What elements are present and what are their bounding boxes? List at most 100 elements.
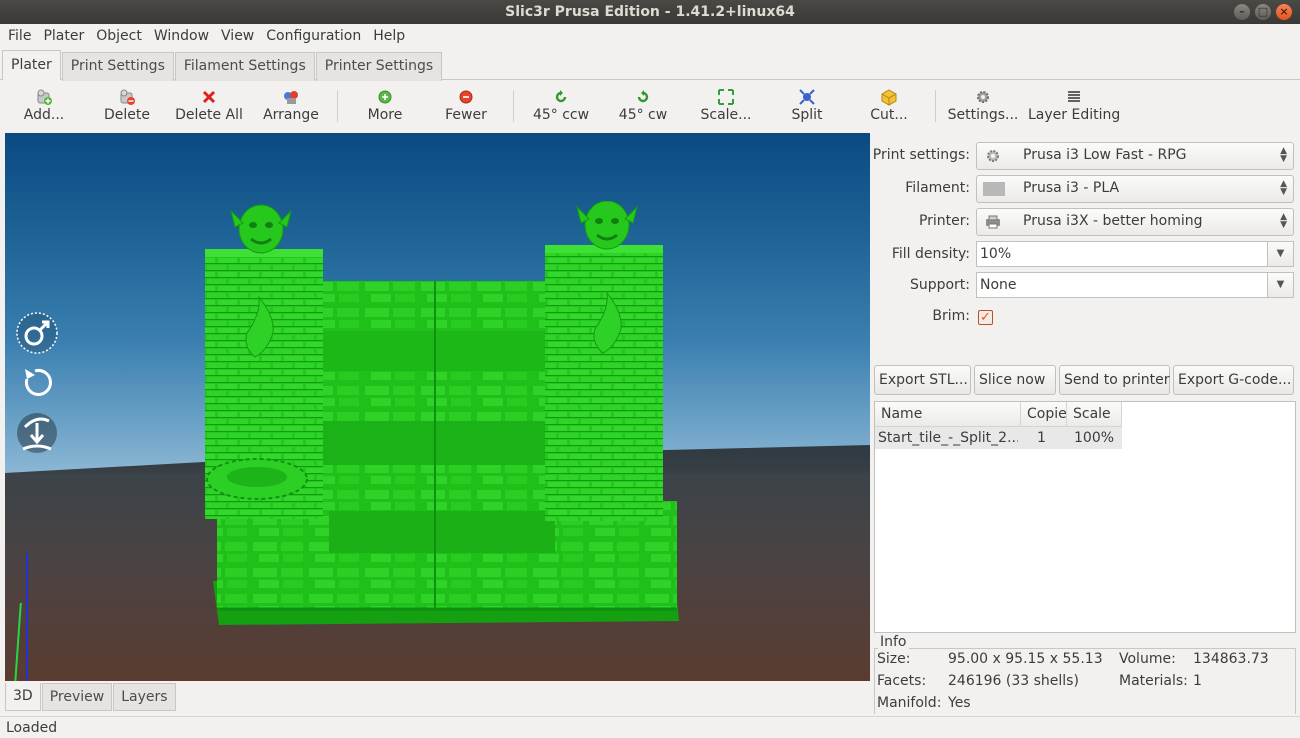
- fewer-button[interactable]: Fewer: [442, 86, 490, 126]
- rotate-gizmo-icon[interactable]: [15, 361, 59, 405]
- fill-density-input[interactable]: 10%: [976, 241, 1268, 267]
- menu-view[interactable]: View: [215, 24, 260, 48]
- rotate-cw-button[interactable]: 45° cw: [618, 86, 668, 126]
- printer-combo[interactable]: Prusa i3X - better homing ▲ ▼: [976, 208, 1294, 236]
- cut-button[interactable]: Cut...: [867, 86, 911, 126]
- brim-checkbox[interactable]: ✓: [978, 310, 993, 325]
- tab-print-settings[interactable]: Print Settings: [61, 52, 174, 81]
- size-value: 95.00 x 95.15 x 55.13: [948, 651, 1103, 667]
- minimize-icon[interactable]: –: [1234, 4, 1250, 20]
- add-button[interactable]: Add...: [18, 86, 70, 126]
- table-row[interactable]: Start_tile_-_Split_2... 1 100%: [875, 427, 1122, 449]
- chevron-down-icon[interactable]: ▼: [1268, 241, 1294, 267]
- printer-icon: [983, 213, 1005, 231]
- size-label: Size:: [877, 651, 911, 667]
- row-scale: 100%: [1074, 430, 1115, 446]
- filament-label: Filament:: [905, 180, 970, 196]
- split-button[interactable]: Split: [787, 86, 827, 126]
- menubar: File Plater Object Window View Configura…: [0, 24, 1300, 48]
- column-header-copies[interactable]: Copie: [1021, 402, 1067, 427]
- gear-icon: [974, 88, 992, 106]
- facets-label: Facets:: [877, 673, 927, 689]
- arrange-button[interactable]: Arrange: [260, 86, 322, 126]
- materials-value: 1: [1193, 673, 1202, 689]
- menu-configuration[interactable]: Configuration: [260, 24, 367, 48]
- fill-density-label: Fill density:: [891, 246, 970, 262]
- send-to-printer-button[interactable]: Send to printer: [1059, 365, 1170, 395]
- manifold-value: Yes: [948, 695, 971, 711]
- layer-editing-button[interactable]: Layer Editing: [1028, 86, 1120, 126]
- manifold-label: Manifold:: [877, 695, 942, 711]
- layers-icon: [1065, 88, 1083, 106]
- window-titlebar: Slic3r Prusa Edition - 1.41.2+linux64 – …: [0, 0, 1300, 24]
- main-tabs: Plater Print Settings Filament Settings …: [0, 50, 1300, 81]
- tab-printer-settings[interactable]: Printer Settings: [315, 52, 443, 81]
- toolbar-separator: [935, 90, 936, 122]
- volume-value: 134863.73: [1193, 651, 1269, 667]
- goblin-head-left: [230, 204, 292, 254]
- action-buttons: Export STL... Slice now Send to printer …: [874, 365, 1296, 395]
- support-input[interactable]: None: [976, 272, 1268, 298]
- info-title: Info: [878, 634, 909, 650]
- tab-preview[interactable]: Preview: [41, 683, 113, 711]
- facets-value: 246196 (33 shells): [948, 673, 1079, 689]
- tab-plater[interactable]: Plater: [2, 50, 61, 80]
- column-header-name[interactable]: Name: [875, 402, 1021, 427]
- move-gizmo-icon[interactable]: [15, 311, 59, 355]
- chevron-down-icon[interactable]: ▼: [1268, 272, 1294, 298]
- row-name: Start_tile_-_Split_2...: [878, 430, 1018, 446]
- delete-button[interactable]: Delete: [100, 86, 154, 126]
- maximize-icon[interactable]: □: [1255, 4, 1271, 20]
- printer-label: Printer:: [918, 213, 970, 229]
- plus-icon: [376, 88, 394, 106]
- row-copies: 1: [1037, 430, 1046, 446]
- print-settings-combo[interactable]: Prusa i3 Low Fast - RPG ▲ ▼: [976, 142, 1294, 170]
- combo-arrows-icon: ▲ ▼: [1280, 146, 1287, 164]
- delete-object-icon: [118, 88, 136, 106]
- gear-icon: [983, 147, 1005, 165]
- menu-window[interactable]: Window: [148, 24, 215, 48]
- minus-icon: [457, 88, 475, 106]
- export-stl-button[interactable]: Export STL...: [874, 365, 971, 395]
- menu-file[interactable]: File: [2, 24, 37, 48]
- volume-label: Volume:: [1119, 651, 1176, 667]
- delete-all-button[interactable]: Delete All: [172, 86, 246, 126]
- column-header-scale[interactable]: Scale: [1067, 402, 1122, 427]
- filament-color-swatch: [983, 180, 1005, 198]
- materials-label: Materials:: [1119, 673, 1188, 689]
- object-list[interactable]: Name Copie Scale Start_tile_-_Split_2...…: [874, 401, 1296, 633]
- goblin-head-right: [576, 201, 638, 250]
- menu-help[interactable]: Help: [367, 24, 411, 48]
- tab-layers[interactable]: Layers: [113, 683, 176, 711]
- arrange-icon: [282, 88, 300, 106]
- info-panel: Info Size: 95.00 x 95.15 x 55.13 Volume:…: [874, 634, 1296, 714]
- scale-button[interactable]: Scale...: [697, 86, 755, 126]
- slice-now-button[interactable]: Slice now: [974, 365, 1056, 395]
- rotate-ccw-icon: [552, 88, 570, 106]
- filament-combo[interactable]: Prusa i3 - PLA ▲ ▼: [976, 175, 1294, 203]
- print-settings-label: Print settings:: [872, 147, 970, 163]
- dungeon-tile-model[interactable]: [195, 201, 685, 631]
- menu-object[interactable]: Object: [90, 24, 148, 48]
- delete-all-icon: [200, 88, 218, 106]
- split-icon: [798, 88, 816, 106]
- plater-toolbar: Add... Delete Delete All Arrange More Fe…: [0, 82, 1300, 128]
- support-label: Support:: [909, 277, 970, 293]
- 3d-canvas[interactable]: [5, 133, 870, 681]
- cut-box-icon: [880, 88, 898, 106]
- more-button[interactable]: More: [362, 86, 408, 126]
- combo-arrows-icon: ▲ ▼: [1280, 212, 1287, 230]
- z-axis-line: [26, 553, 28, 681]
- drop-to-bed-icon[interactable]: [15, 411, 59, 455]
- view-tabs: 3D Preview Layers: [5, 683, 177, 711]
- tab-3d[interactable]: 3D: [5, 683, 41, 711]
- close-icon[interactable]: ×: [1276, 4, 1292, 20]
- tab-filament-settings[interactable]: Filament Settings: [174, 52, 315, 81]
- export-gcode-button[interactable]: Export G-code...: [1173, 365, 1294, 395]
- brim-label: Brim:: [932, 308, 970, 324]
- toolbar-separator: [513, 90, 514, 122]
- rotate-ccw-button[interactable]: 45° ccw: [532, 86, 590, 126]
- add-object-icon: [35, 88, 53, 106]
- menu-plater[interactable]: Plater: [37, 24, 90, 48]
- settings-button[interactable]: Settings...: [946, 86, 1020, 126]
